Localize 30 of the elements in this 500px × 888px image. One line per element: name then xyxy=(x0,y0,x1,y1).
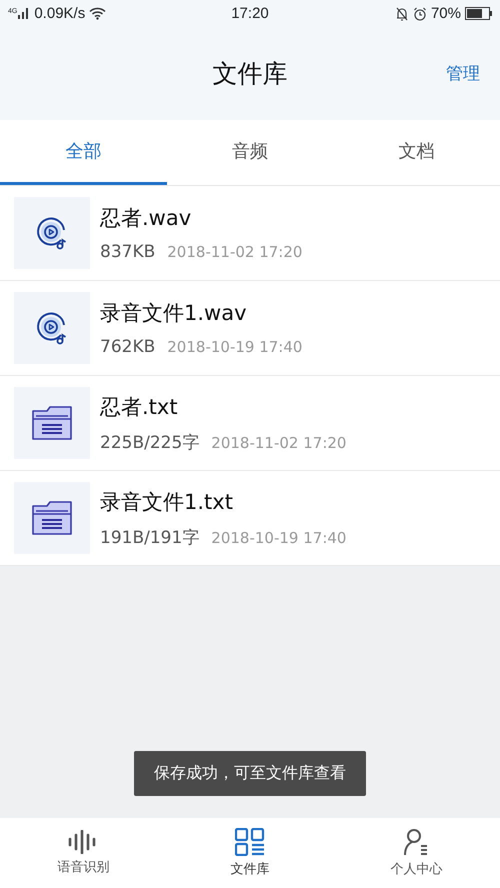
file-item[interactable]: 忍者.wav 837KB 2018-11-02 17:20 xyxy=(0,186,500,281)
file-size: 191B/191字 xyxy=(100,526,200,548)
file-item[interactable]: 录音文件1.txt 191B/191字 2018-10-19 17:40 xyxy=(0,471,500,566)
file-size: 837KB xyxy=(100,242,156,262)
toast-message: 保存成功，可至文件库查看 xyxy=(134,751,366,796)
battery-percent: 70% xyxy=(430,5,461,22)
waveform-icon xyxy=(68,830,98,854)
folder-document-icon xyxy=(32,501,72,535)
file-item[interactable]: 忍者.txt 225B/225字 2018-11-02 17:20 xyxy=(0,376,500,471)
file-size: 225B/225字 xyxy=(100,432,200,454)
folder-document-icon xyxy=(32,406,72,440)
file-name: 录音文件1.wav xyxy=(100,300,248,327)
file-size: 762KB xyxy=(100,337,156,357)
manage-link[interactable]: 管理 xyxy=(446,62,480,85)
clock-time: 17:20 xyxy=(231,5,269,22)
battery-icon xyxy=(464,7,492,20)
file-item[interactable]: 录音文件1.wav 762KB 2018-10-19 17:40 xyxy=(0,281,500,376)
network-speed: 0.09K/s xyxy=(34,5,86,22)
file-date: 2018-10-19 17:40 xyxy=(211,528,346,546)
file-name: 录音文件1.txt xyxy=(100,488,234,516)
file-date: 2018-11-02 17:20 xyxy=(211,434,346,452)
grid-list-icon xyxy=(235,828,265,856)
muted-bell-icon xyxy=(394,6,409,20)
file-date: 2018-11-02 17:20 xyxy=(167,243,302,261)
wifi-icon xyxy=(89,7,106,20)
file-name: 忍者.txt xyxy=(100,394,179,420)
file-name: 忍者.wav xyxy=(100,205,192,232)
page-title: 文件库 xyxy=(212,58,288,90)
file-date: 2018-10-19 17:40 xyxy=(167,338,302,356)
alarm-clock-icon xyxy=(412,6,427,20)
